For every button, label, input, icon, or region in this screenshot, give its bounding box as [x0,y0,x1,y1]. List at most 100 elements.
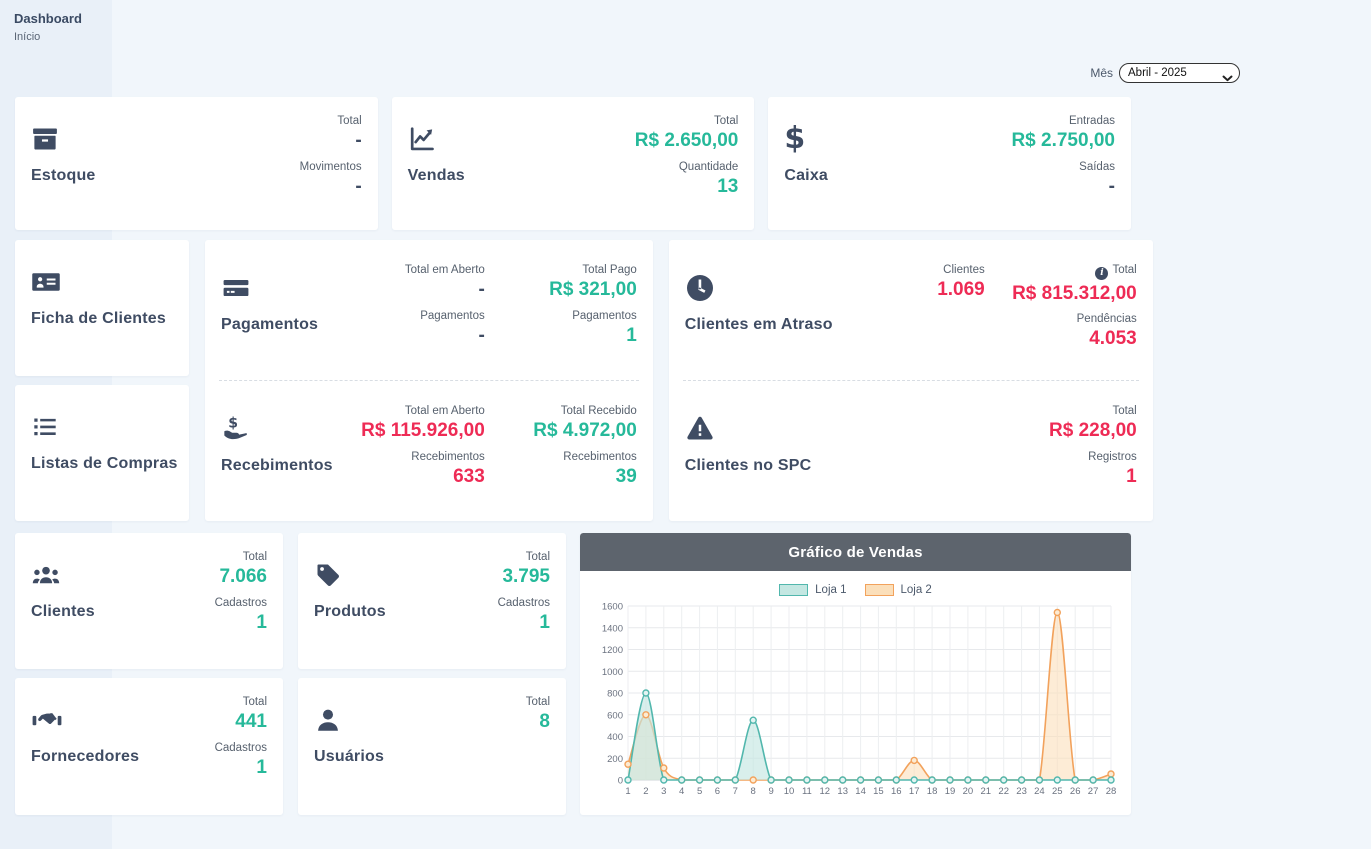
card-estoque: Estoque Total- Movimentos- [15,97,378,230]
svg-text:17: 17 [909,786,920,797]
stat-label: Total [139,696,267,708]
chart-title: Gráfico de Vendas [580,533,1131,571]
svg-text:8: 8 [751,786,756,797]
stat-value: 1 [985,466,1137,488]
card-title: Ficha de Clientes [31,310,173,328]
card-title: Estoque [31,167,210,185]
stat-value: - [210,130,362,152]
dollar-icon: $ [784,124,963,154]
tag-icon [314,560,398,590]
stat-label: Cadastros [139,742,267,754]
stat-label: Cadastros [115,597,267,609]
svg-text:26: 26 [1070,786,1081,797]
stat-label: Cadastros [398,597,550,609]
info-icon[interactable]: i [1095,267,1108,280]
stat-label: Total em Aberto [333,405,485,417]
card-title: Clientes no SPC [685,457,985,475]
svg-text:1400: 1400 [602,623,623,634]
svg-text:21: 21 [981,786,992,797]
stat-value: 13 [586,176,738,198]
stat-label: Total Recebido [485,405,637,417]
svg-text:1: 1 [625,786,630,797]
stat-label: Recebimentos [485,451,637,463]
stat-label: Pagamentos [333,310,485,322]
svg-text:25: 25 [1052,786,1063,797]
stat-value: R$ 228,00 [985,420,1137,442]
card-title: Pagamentos [221,316,333,334]
stat-value: 1 [115,612,267,634]
stat-value: 3.795 [398,566,550,588]
svg-text:$: $ [228,415,238,431]
svg-text:7: 7 [733,786,738,797]
breadcrumb: Dashboard Início [14,11,82,43]
stat-label: Total [398,696,550,708]
card-title: Caixa [784,167,963,185]
stat-label: Pagamentos [485,310,637,322]
svg-text:400: 400 [607,732,623,743]
svg-text:200: 200 [607,754,623,765]
stat-value: 4.053 [985,328,1137,350]
svg-text:600: 600 [607,710,623,721]
cards-region: Estoque Total- Movimentos- Vendas Total R… [15,97,1131,815]
stat-label: Saídas [963,161,1115,173]
svg-text:24: 24 [1034,786,1045,797]
card-fornecedores: Fornecedores Total441 Cadastros1 [15,678,283,815]
svg-text:28: 28 [1106,786,1117,797]
card-title: Recebimentos [221,457,333,475]
svg-text:15: 15 [873,786,884,797]
svg-text:800: 800 [607,689,623,700]
svg-text:20: 20 [963,786,974,797]
card-ficha-de-clientes: Ficha de Clientes [15,240,189,376]
svg-text:3: 3 [661,786,666,797]
svg-text:9: 9 [768,786,773,797]
stat-value: 7.066 [115,566,267,588]
stat-value: 633 [333,466,485,488]
users-icon [31,560,115,590]
stat-label-with-info: iTotal [985,264,1137,280]
hand-holding-dollar-icon: $ [221,414,333,444]
stat-label: Clientes [833,264,985,276]
stat-label: Quantidade [586,161,738,173]
month-filter: Mês Abril - 2025 [1090,63,1240,83]
card-vendas: Vendas TotalR$ 2.650,00 Quantidade13 [392,97,755,230]
stat-value: - [210,176,362,198]
svg-text:27: 27 [1088,786,1099,797]
legend-item-loja-2: Loja 2 [865,584,932,596]
card-grafico-de-vendas: Gráfico de Vendas Loja 1 Loja 2 0 200 400 6… [580,533,1131,815]
svg-text:22: 22 [998,786,1009,797]
stat-value: - [963,176,1115,198]
svg-text:10: 10 [784,786,795,797]
stat-label: Total [115,551,267,563]
stat-value: 441 [139,711,267,733]
legend-swatch [779,584,808,596]
card-pagamentos-recebimentos: Pagamentos Total em Aberto- Pagamentos- … [205,240,653,521]
card-title: Vendas [408,167,587,185]
stat-label: Total [398,551,550,563]
page-title: Dashboard [14,11,82,26]
svg-text:13: 13 [837,786,848,797]
breadcrumb-item-inicio: Início [14,31,82,43]
svg-text:14: 14 [855,786,866,797]
card-clientes-atraso-spc: Clientes em Atraso Clientes1.069 iTotal … [669,240,1153,521]
svg-text:1000: 1000 [602,667,623,678]
card-title: Listas de Compras [31,455,178,473]
card-produtos: Produtos Total3.795 Cadastros1 [298,533,566,669]
section-pagamentos: Pagamentos Total em Aberto- Pagamentos- … [205,240,653,380]
stat-value: 39 [485,466,637,488]
svg-text:0: 0 [618,776,623,787]
card-caixa: $ Caixa EntradasR$ 2.750,00 Saídas- [768,97,1131,230]
section-clientes-no-spc: Clientes no SPC TotalR$ 228,00 Registros… [669,381,1153,521]
month-filter-label: Mês [1090,66,1113,80]
svg-text:19: 19 [945,786,956,797]
section-clientes-em-atraso: Clientes em Atraso Clientes1.069 iTotal … [669,240,1153,380]
month-select[interactable]: Abril - 2025 [1119,63,1240,83]
card-clientes: Clientes Total7.066 Cadastros1 [15,533,283,669]
svg-text:18: 18 [927,786,938,797]
stat-value: R$ 321,00 [485,279,637,301]
stat-label: Recebimentos [333,451,485,463]
stat-value: 1 [398,612,550,634]
clock-icon [685,273,833,303]
stat-label: Total em Aberto [333,264,485,276]
svg-text:6: 6 [715,786,720,797]
chart-legend: Loja 1 Loja 2 [580,584,1131,596]
